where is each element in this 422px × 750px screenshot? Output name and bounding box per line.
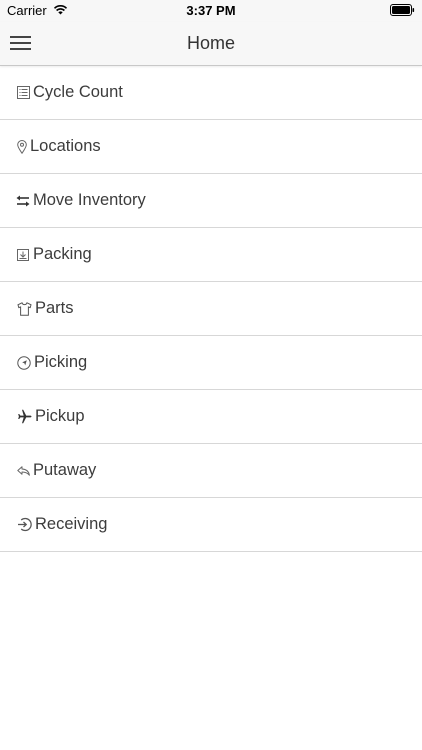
swap-arrows-icon bbox=[16, 194, 30, 208]
menu-item-label: Locations bbox=[30, 137, 101, 155]
menu-item-label: Packing bbox=[33, 245, 92, 263]
menu-item-picking[interactable]: Picking bbox=[0, 336, 422, 390]
status-bar: Carrier 3:37 PM bbox=[0, 0, 422, 22]
menu-list: Cycle Count Locations Move Inventory Pac… bbox=[0, 66, 422, 552]
map-pin-icon bbox=[16, 139, 27, 154]
list-icon bbox=[16, 86, 30, 100]
compass-icon bbox=[16, 355, 31, 370]
box-download-icon bbox=[16, 248, 30, 262]
menu-item-label: Receiving bbox=[35, 515, 108, 533]
menu-item-receiving[interactable]: Receiving bbox=[0, 498, 422, 552]
menu-item-pickup[interactable]: Pickup bbox=[0, 390, 422, 444]
menu-item-label: Parts bbox=[35, 299, 74, 317]
reply-icon bbox=[16, 464, 30, 478]
menu-item-label: Cycle Count bbox=[33, 83, 123, 101]
shirt-icon bbox=[16, 301, 32, 316]
battery-icon bbox=[390, 4, 415, 19]
airplane-icon bbox=[16, 409, 32, 424]
menu-item-label: Move Inventory bbox=[33, 191, 146, 209]
sign-in-icon bbox=[16, 517, 32, 532]
navigation-bar: Home bbox=[0, 22, 422, 66]
menu-item-label: Putaway bbox=[33, 461, 97, 479]
menu-item-cycle-count[interactable]: Cycle Count bbox=[0, 66, 422, 120]
menu-item-label: Picking bbox=[34, 353, 88, 371]
menu-item-parts[interactable]: Parts bbox=[0, 282, 422, 336]
status-time: 3:37 PM bbox=[186, 3, 236, 18]
menu-item-label: Pickup bbox=[35, 407, 85, 425]
page-title: Home bbox=[186, 33, 235, 53]
menu-item-locations[interactable]: Locations bbox=[0, 120, 422, 174]
menu-item-packing[interactable]: Packing bbox=[0, 228, 422, 282]
menu-item-move-inventory[interactable]: Move Inventory bbox=[0, 174, 422, 228]
menu-item-putaway[interactable]: Putaway bbox=[0, 444, 422, 498]
